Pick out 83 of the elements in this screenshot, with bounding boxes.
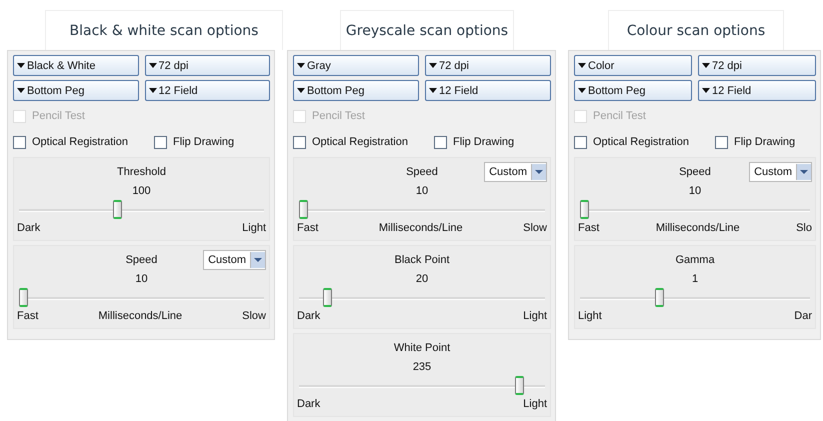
dropdown[interactable]: 12 Field <box>144 80 270 101</box>
slider-thumb[interactable] <box>299 200 308 219</box>
min-label: Dark <box>297 310 320 322</box>
max-label: Slo <box>796 222 812 234</box>
slider-thumb[interactable] <box>19 288 28 307</box>
max-label: Light <box>242 222 266 234</box>
min-label: Dark <box>17 222 40 234</box>
checkbox-label: Pencil Test <box>32 110 85 122</box>
checkbox[interactable] <box>715 136 728 148</box>
dropdown[interactable]: 12 Field <box>425 80 551 101</box>
max-label: Slow <box>242 310 266 322</box>
dropdown[interactable]: Color <box>574 55 692 76</box>
caret-icon <box>17 88 25 93</box>
unit-label: Milliseconds/Line <box>378 222 463 234</box>
dropdown[interactable]: 72 dpi <box>144 55 270 76</box>
caret-icon <box>429 88 437 93</box>
slider-title: Speed <box>406 166 438 178</box>
slider-title: Black Point <box>394 254 450 266</box>
caret-icon <box>148 88 156 93</box>
preset-dropdown[interactable]: Custom <box>484 162 547 182</box>
slider-thumb[interactable] <box>322 288 332 307</box>
slider-title: White Point <box>394 342 450 354</box>
max-label: Light <box>523 310 547 322</box>
max-label: Dar <box>794 310 812 322</box>
caret-icon <box>578 88 586 93</box>
min-label: Light <box>578 310 602 322</box>
caret-icon <box>148 63 156 68</box>
caret-icon <box>429 63 437 68</box>
dropdown[interactable]: Gray <box>293 55 419 76</box>
dropdown[interactable]: Bottom Peg <box>13 80 138 101</box>
caret-icon <box>702 88 710 93</box>
checkbox-label: Optical Registration <box>312 136 408 148</box>
slider-value: 10 <box>134 272 149 287</box>
checkbox-label: Pencil Test <box>593 110 646 122</box>
caption: Black & white scan options <box>45 10 283 50</box>
slider-value: 10 <box>688 184 702 199</box>
slider-thumb[interactable] <box>580 200 589 219</box>
unit-label: Milliseconds/Line <box>656 222 740 234</box>
min-label: Fast <box>17 310 38 322</box>
checkbox[interactable] <box>574 136 587 148</box>
checkbox[interactable] <box>293 136 306 148</box>
checkbox-label: Optical Registration <box>593 136 689 148</box>
checkbox-label: Optical Registration <box>32 136 128 148</box>
dropdown[interactable]: 72 dpi <box>698 55 816 76</box>
checkbox[interactable] <box>13 136 26 148</box>
slider-thumb[interactable] <box>514 376 524 395</box>
preset-dropdown[interactable]: Custom <box>749 162 812 182</box>
slider-title: Speed <box>126 254 158 266</box>
min-label: Dark <box>297 398 320 410</box>
preset-dropdown[interactable]: Custom <box>203 250 266 270</box>
caret-icon <box>297 88 305 93</box>
slider-value: 10 <box>414 184 430 199</box>
slider-title: Speed <box>679 166 711 178</box>
checkbox-label: Flip Drawing <box>734 136 796 148</box>
slider-title: Gamma <box>675 254 715 266</box>
caret-icon <box>702 63 710 68</box>
min-label: Fast <box>578 222 600 234</box>
dropdown[interactable]: 12 Field <box>698 80 816 101</box>
checkbox[interactable] <box>434 136 447 148</box>
caret-icon <box>578 63 586 68</box>
dropdown[interactable]: Bottom Peg <box>293 80 419 101</box>
slider-title: Threshold <box>117 166 166 178</box>
unit-label: Milliseconds/Line <box>98 310 182 322</box>
caption: Greyscale scan options <box>340 10 514 50</box>
slider-value: 1 <box>690 272 700 287</box>
caret-icon <box>297 63 305 68</box>
max-label: Slow <box>523 222 547 234</box>
caret-icon <box>17 63 25 68</box>
max-label: Light <box>523 398 547 410</box>
caption: Colour scan options <box>608 10 784 50</box>
checkbox-label: Flip Drawing <box>453 136 514 148</box>
slider-value: 100 <box>131 184 152 199</box>
slider-thumb[interactable] <box>655 288 664 307</box>
dropdown[interactable]: Bottom Peg <box>574 80 692 101</box>
checkbox-label: Pencil Test <box>312 110 365 122</box>
dropdown[interactable]: 72 dpi <box>425 55 551 76</box>
checkbox-label: Flip Drawing <box>173 136 234 148</box>
slider-value: 20 <box>414 272 430 287</box>
min-label: Fast <box>297 222 318 234</box>
slider-thumb[interactable] <box>113 200 122 219</box>
dropdown[interactable]: Black & White <box>13 55 138 76</box>
slider-value: 235 <box>412 360 432 375</box>
checkbox[interactable] <box>154 136 167 148</box>
